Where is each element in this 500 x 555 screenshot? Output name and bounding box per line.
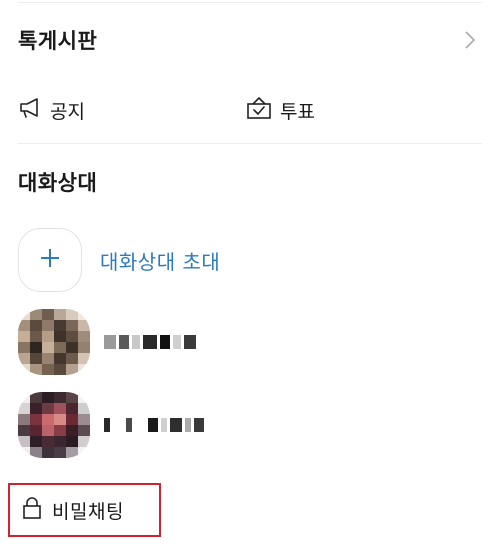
member-name-redacted bbox=[104, 331, 196, 353]
ballot-box-icon bbox=[246, 96, 272, 125]
megaphone-icon bbox=[18, 97, 42, 124]
member-name-redacted bbox=[104, 414, 204, 436]
board-actions: 공지 투표 bbox=[18, 90, 482, 130]
vote-label: 투표 bbox=[280, 100, 315, 123]
avatar bbox=[18, 309, 90, 375]
talk-board-title: 톡게시판 bbox=[18, 29, 98, 53]
top-divider bbox=[18, 2, 482, 3]
section-divider bbox=[18, 143, 482, 144]
notice-button[interactable]: 공지 bbox=[18, 97, 85, 124]
avatar bbox=[18, 392, 90, 458]
chat-partners-title: 대화상대 bbox=[18, 171, 98, 195]
chat-partners-header: 대화상대 bbox=[18, 162, 482, 202]
plus-icon bbox=[39, 247, 61, 273]
notice-label: 공지 bbox=[50, 100, 85, 123]
lock-icon bbox=[22, 496, 42, 524]
invite-tile bbox=[18, 228, 82, 292]
chevron-right-icon[interactable] bbox=[458, 28, 482, 52]
talk-board-header[interactable]: 톡게시판 bbox=[18, 20, 482, 60]
member-row[interactable] bbox=[18, 392, 204, 458]
invite-partner-button[interactable]: 대화상대 초대 bbox=[18, 227, 220, 293]
member-row[interactable] bbox=[18, 309, 196, 375]
secret-chat-label: 비밀채팅 bbox=[52, 500, 124, 523]
vote-button[interactable]: 투표 bbox=[246, 96, 315, 125]
secret-chat-button[interactable]: 비밀채팅 bbox=[8, 483, 161, 537]
chat-room-drawer: 톡게시판 공지 투표 대화상대 대화상대 초대 비밀채팅 bbox=[0, 0, 500, 555]
invite-partner-label: 대화상대 초대 bbox=[100, 249, 221, 274]
